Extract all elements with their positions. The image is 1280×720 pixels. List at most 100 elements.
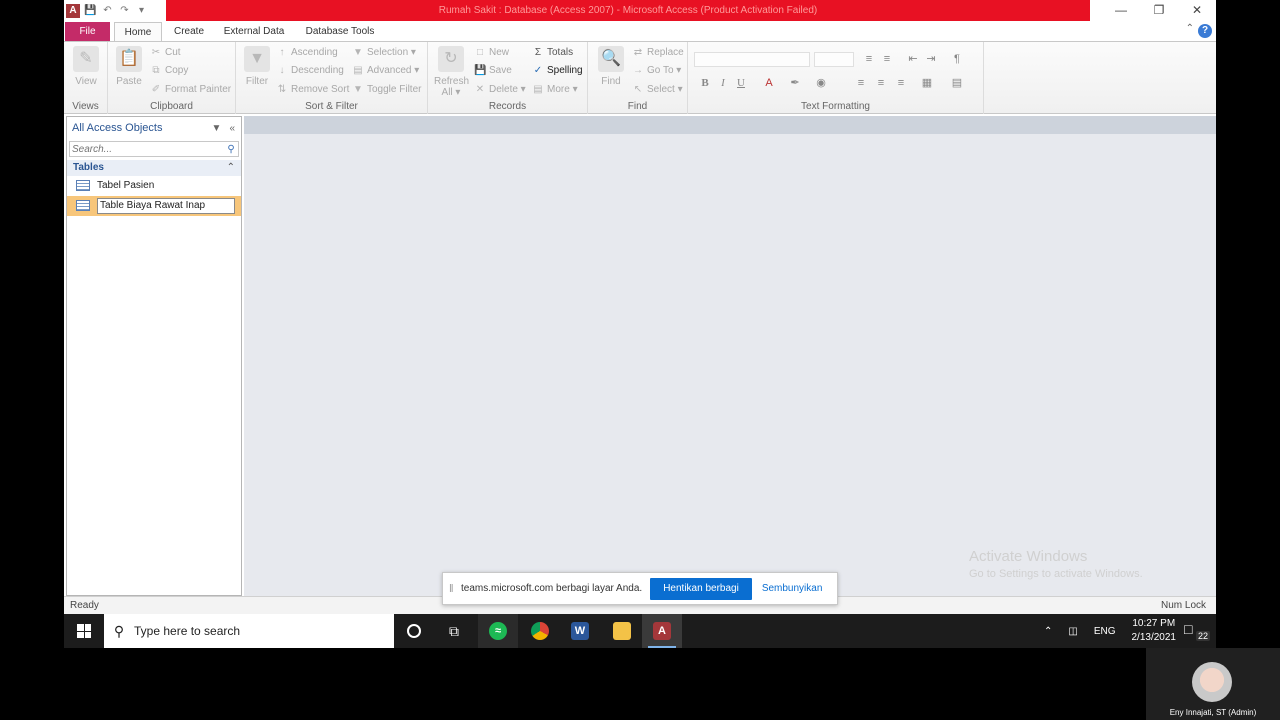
goto-arrow-icon: → [633, 65, 643, 76]
bullet-list-icon[interactable]: ≡ [862, 52, 876, 66]
nav-pane-header[interactable]: All Access Objects ▼ « [67, 117, 241, 139]
quick-access-toolbar: A 💾 ↶ ↷ ▾ [64, 0, 148, 21]
redo-icon[interactable]: ↷ [118, 4, 131, 17]
replace-button[interactable]: ⇄ Replace [632, 45, 684, 61]
copy-button[interactable]: ⧉ Copy [150, 63, 188, 79]
bold-button[interactable]: B [698, 76, 712, 90]
network-icon[interactable]: ◫ [1068, 626, 1077, 637]
align-center-icon[interactable]: ≡ [874, 76, 888, 90]
restore-button[interactable]: ❐ [1140, 0, 1178, 21]
highlight-icon[interactable]: ✒ [788, 76, 802, 90]
delete-record-button[interactable]: ✕ Delete ▾ [474, 82, 526, 98]
drag-handle-icon[interactable]: ‖ [449, 583, 461, 595]
webcam-tile: Eny Innajati, ST (Admin) [1146, 648, 1280, 720]
search-icon[interactable]: ⚲ [224, 144, 238, 155]
view-button[interactable]: ✎ View [69, 46, 103, 87]
tab-external-data[interactable]: External Data [218, 22, 290, 41]
format-painter-button[interactable]: ✐ Format Painter [150, 82, 231, 98]
more-button[interactable]: ▤ More ▾ [532, 82, 577, 98]
nav-section-tables[interactable]: Tables ⌃ [67, 160, 241, 176]
taskbar-spotify[interactable]: ≈ [478, 614, 518, 648]
taskbar-access[interactable]: A [642, 614, 682, 648]
customize-qat-icon[interactable]: ▾ [135, 4, 148, 17]
spelling-button[interactable]: ✓ Spelling [532, 63, 583, 79]
group-views: ✎ View Views [64, 42, 108, 114]
taskbar-file-explorer[interactable] [602, 614, 642, 648]
align-left-icon[interactable]: ≡ [854, 76, 868, 90]
tab-create[interactable]: Create [166, 22, 212, 41]
descending-button[interactable]: ↓ Descending [276, 63, 344, 79]
advanced-button[interactable]: ▤ Advanced ▾ [352, 63, 419, 79]
activate-windows-watermark: Activate Windows Go to Settings to activ… [969, 548, 1143, 580]
underline-button[interactable]: U [734, 76, 748, 90]
paragraph-direction-icon[interactable]: ¶ [950, 52, 964, 66]
increase-indent-icon[interactable]: ⇥ [924, 52, 938, 66]
stop-sharing-button[interactable]: Hentikan berbagi [650, 577, 752, 600]
close-button[interactable]: ✕ [1178, 0, 1216, 21]
nav-item-table-biaya-rawat-inap[interactable]: Table Biaya Rawat Inap [67, 196, 241, 216]
tab-home[interactable]: Home [114, 22, 162, 41]
clipboard-group-label: Clipboard [150, 101, 193, 112]
font-name-dropdown[interactable] [694, 52, 810, 67]
totals-button[interactable]: Σ Totals [532, 45, 573, 61]
nav-item-label: Tabel Pasien [97, 180, 155, 191]
minimize-ribbon-icon[interactable]: ⌃ [1186, 23, 1194, 34]
toggle-filter-button[interactable]: ▼ Toggle Filter [352, 82, 421, 98]
fill-color-icon[interactable]: ◉ [814, 76, 828, 90]
hide-link[interactable]: Sembunyikan [762, 583, 823, 594]
numbered-list-icon[interactable]: ≡ [880, 52, 894, 66]
align-right-icon[interactable]: ≡ [894, 76, 908, 90]
screen: A 💾 ↶ ↷ ▾ Rumah Sakit : Database (Access… [0, 0, 1280, 720]
font-size-dropdown[interactable] [814, 52, 854, 67]
nav-item-tabel-pasien[interactable]: Tabel Pasien [67, 176, 241, 196]
refresh-all-button[interactable]: ↻ Refresh All ▾ [434, 46, 469, 98]
access-app-icon[interactable]: A [66, 3, 80, 18]
alternate-row-color-icon[interactable]: ▤ [950, 76, 964, 90]
ascending-button[interactable]: ↑ Ascending [276, 45, 338, 61]
help-icon[interactable]: ? [1198, 24, 1212, 38]
tab-file[interactable]: File [65, 22, 110, 41]
taskbar-chrome[interactable] [520, 614, 560, 648]
shutter-bar-close-icon[interactable]: « [229, 123, 235, 134]
start-button[interactable] [64, 614, 104, 648]
share-message: teams.microsoft.com berbagi layar Anda. [461, 583, 643, 594]
goto-button[interactable]: → Go To ▾ [632, 63, 681, 79]
find-button[interactable]: 🔍 Find [594, 46, 628, 87]
task-view-button[interactable]: ⧉ [434, 614, 474, 648]
font-color-icon[interactable]: A [762, 76, 776, 90]
gridlines-icon[interactable]: ▦ [920, 76, 934, 90]
spelling-label: Spelling [547, 65, 583, 76]
cut-button[interactable]: ✂ Cut [150, 45, 181, 61]
remove-sort-button[interactable]: ⇅ Remove Sort [276, 82, 350, 98]
minimize-button[interactable]: — [1102, 0, 1140, 21]
clock-time: 10:27 PM [1132, 618, 1176, 629]
italic-button[interactable]: I [716, 76, 730, 90]
language-indicator[interactable]: ENG [1094, 626, 1116, 637]
filter-button[interactable]: ▼ Filter [240, 46, 274, 87]
selection-button[interactable]: ▼ Selection ▾ [352, 45, 416, 61]
taskbar-search[interactable]: ⚲ Type here to search [104, 614, 394, 648]
save-label: Save [489, 65, 512, 76]
paste-button[interactable]: 📋 Paste [112, 46, 146, 87]
tab-database-tools[interactable]: Database Tools [300, 22, 380, 41]
decrease-indent-icon[interactable]: ⇤ [906, 52, 920, 66]
taskbar: ⚲ Type here to search ⧉ ≈ W A ⌃ ◫ ENG 10… [64, 614, 1216, 648]
ascending-label: Ascending [291, 47, 338, 58]
cut-label: Cut [165, 47, 181, 58]
save-record-button[interactable]: 💾 Save [474, 63, 512, 79]
new-record-button[interactable]: □ New [474, 45, 509, 61]
tray-overflow-icon[interactable]: ⌃ [1044, 626, 1052, 637]
action-center-button[interactable]: □ 22 [1184, 621, 1210, 641]
cortana-button[interactable] [394, 614, 434, 648]
clock[interactable]: 10:27 PM 2/13/2021 [1132, 617, 1177, 645]
select-button[interactable]: ↖ Select ▾ [632, 82, 683, 98]
save-icon[interactable]: 💾 [84, 4, 97, 17]
collapse-chevron-icon[interactable]: ⌃ [227, 160, 235, 176]
nav-menu-chevron-icon[interactable]: ▼ [212, 123, 222, 134]
nav-search-input[interactable] [70, 142, 224, 156]
sort-filter-group-label: Sort & Filter [305, 101, 358, 112]
taskbar-word[interactable]: W [560, 614, 600, 648]
undo-icon[interactable]: ↶ [101, 4, 114, 17]
rename-textbox[interactable]: Table Biaya Rawat Inap [97, 198, 235, 214]
taskbar-search-placeholder: Type here to search [134, 624, 241, 638]
